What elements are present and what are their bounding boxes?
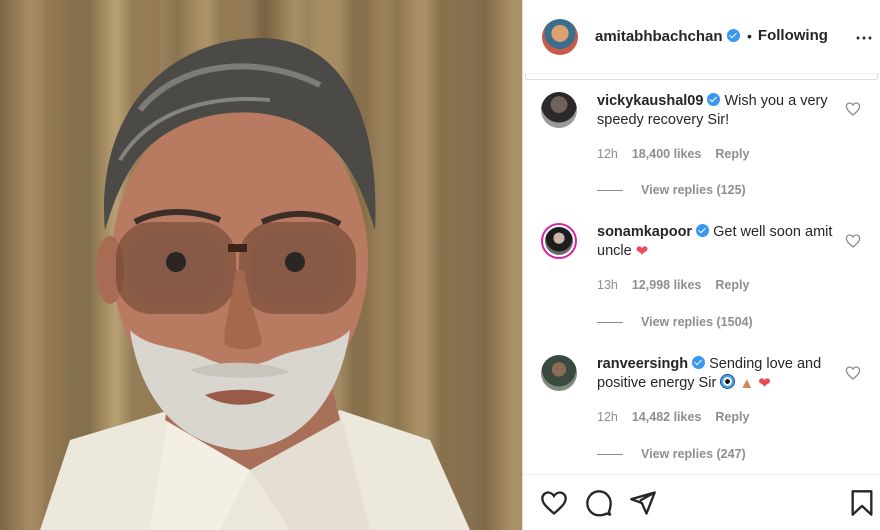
- view-replies-label: View replies (247): [641, 447, 746, 461]
- commenter-username[interactable]: ranveersingh: [597, 356, 688, 372]
- comment-icon[interactable]: [585, 489, 613, 517]
- comment-likes[interactable]: 18,400 likes: [632, 147, 702, 161]
- comment-time[interactable]: 13h: [597, 278, 618, 292]
- send-icon[interactable]: [629, 489, 657, 517]
- action-bar: [523, 474, 880, 530]
- comments-panel: amitabhbachchan • Following ⋯ vickykaush…: [522, 0, 880, 530]
- comment-time[interactable]: 12h: [597, 147, 618, 161]
- reply-button[interactable]: Reply: [715, 278, 749, 292]
- separator-dot: •: [747, 27, 752, 44]
- replies-line: [597, 453, 623, 455]
- view-replies-link[interactable]: View replies (1504): [597, 315, 753, 329]
- bookmark-icon[interactable]: [848, 489, 876, 517]
- comment-like-heart-icon[interactable]: [845, 233, 861, 249]
- replies-line: [597, 321, 623, 323]
- comment-like-heart-icon[interactable]: [845, 365, 861, 381]
- post-header: amitabhbachchan • Following ⋯: [523, 0, 880, 74]
- replies-line: [597, 189, 623, 191]
- reply-button[interactable]: Reply: [715, 147, 749, 161]
- commenter-avatar[interactable]: [541, 223, 577, 259]
- comment-meta: 13h 12,998 likes Reply: [597, 278, 749, 292]
- follow-status-row: • Following: [741, 27, 828, 44]
- portrait-illustration: [40, 38, 470, 530]
- comment-meta: 12h 14,482 likes Reply: [597, 410, 749, 424]
- view-replies-label: View replies (125): [641, 183, 746, 197]
- comment-like-heart-icon[interactable]: [845, 101, 861, 117]
- verified-badge-icon: [692, 356, 706, 369]
- heart-icon[interactable]: [540, 489, 568, 517]
- post-photo[interactable]: [0, 0, 522, 530]
- commenter-avatar[interactable]: [541, 92, 577, 128]
- view-replies-link[interactable]: View replies (247): [597, 447, 746, 461]
- view-replies-link[interactable]: View replies (125): [597, 183, 746, 197]
- comment-likes[interactable]: 12,998 likes: [632, 278, 702, 292]
- commenter-avatar-image: [545, 227, 573, 255]
- comment-text-block: sonamkapoor Get well soon amit uncle ❤: [597, 223, 837, 261]
- author-username[interactable]: amitabhbachchan: [595, 28, 723, 45]
- commenter-username[interactable]: vickykaushal09: [597, 93, 703, 109]
- author-avatar[interactable]: [542, 19, 578, 55]
- comment-meta: 12h 18,400 likes Reply: [597, 147, 749, 161]
- verified-badge-icon: [696, 224, 710, 237]
- comment-text-block: ranveersingh Sending love and positive e…: [597, 355, 837, 393]
- view-replies-label: View replies (1504): [641, 315, 753, 329]
- commenter-username[interactable]: sonamkapoor: [597, 224, 692, 240]
- more-options-icon[interactable]: ⋯: [855, 28, 874, 49]
- folded-hands-emoji-icon: ▲: [739, 375, 755, 392]
- nazar-amulet-emoji-icon: [720, 374, 736, 389]
- following-button[interactable]: Following: [758, 27, 828, 44]
- header-divider: [525, 74, 878, 80]
- verified-badge-icon: [726, 29, 740, 42]
- verified-badge-icon: [707, 93, 721, 106]
- reply-button[interactable]: Reply: [715, 410, 749, 424]
- comment-likes[interactable]: 14,482 likes: [632, 410, 702, 424]
- comment-text-block: vickykaushal09 Wish you a very speedy re…: [597, 92, 837, 130]
- comment-time[interactable]: 12h: [597, 410, 618, 424]
- red-heart-emoji-icon: ❤: [635, 243, 649, 260]
- author-username-row: amitabhbachchan: [595, 28, 740, 45]
- commenter-avatar[interactable]: [541, 355, 577, 391]
- red-heart-emoji-icon: ❤: [758, 375, 771, 392]
